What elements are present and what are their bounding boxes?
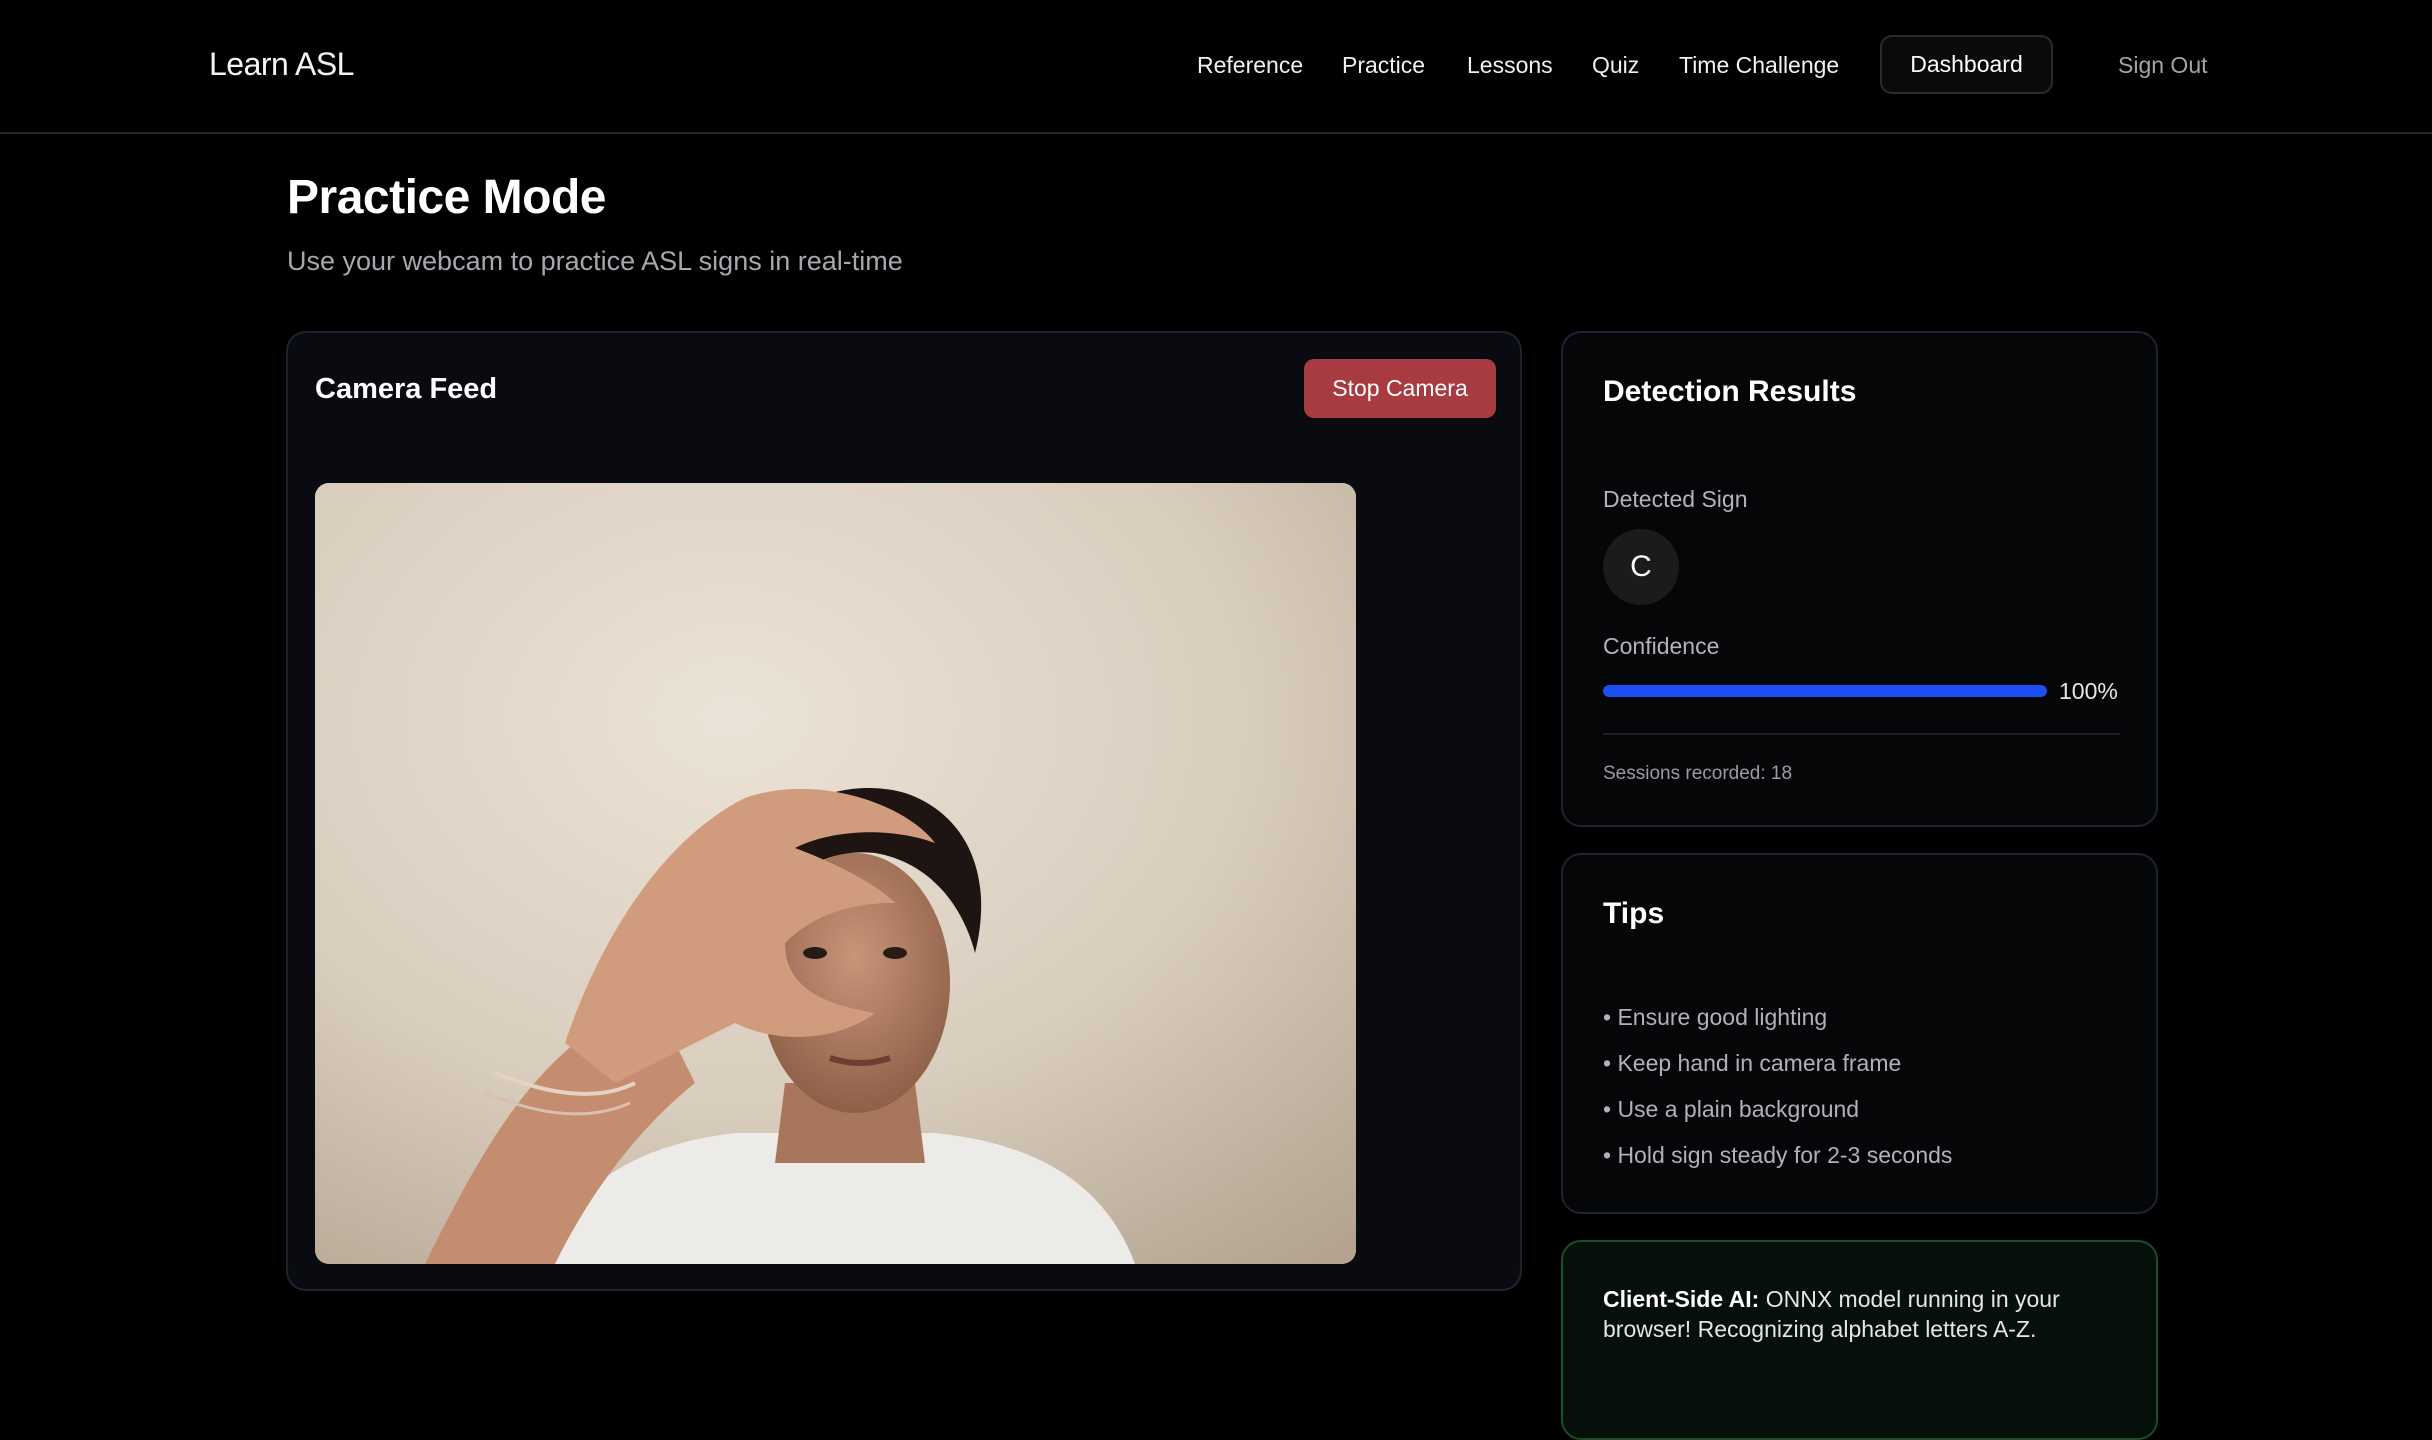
tip-item: • Keep hand in camera frame [1603,1050,1902,1076]
page-title: Practice Mode [287,171,606,224]
camera-card-title: Camera Feed [315,373,498,405]
camera-card: Camera Feed Stop Camera [286,331,1522,1291]
tip-item: • Hold sign steady for 2-3 seconds [1603,1142,1953,1168]
webcam-video-feed [315,483,1356,1264]
confidence-bar [1603,685,2047,697]
confidence-percent: 100% [2059,678,2118,704]
sign-out-link[interactable]: Sign Out [2118,52,2208,79]
webcam-frame-image [315,483,1356,1264]
nav-time-challenge[interactable]: Time Challenge [1679,52,1839,79]
confidence-bar-fill [1603,685,2047,697]
client-side-ai-card: Client-Side AI: ONNX model running in yo… [1561,1240,2158,1440]
detected-sign-badge: C [1603,529,1679,605]
sessions-recorded: Sessions recorded: 18 [1603,763,1793,784]
detection-results-card: Detection Results Detected Sign C Confid… [1561,331,2158,827]
nav-dashboard-button[interactable]: Dashboard [1880,35,2053,94]
nav-quiz[interactable]: Quiz [1592,52,1639,79]
top-navbar: Learn ASL Reference Practice Lessons Qui… [0,0,2432,134]
detected-sign-label: Detected Sign [1603,486,1748,512]
tips-title: Tips [1603,897,1665,930]
nav-practice[interactable]: Practice [1342,52,1425,79]
client-side-ai-note: Client-Side AI: ONNX model running in yo… [1603,1284,2123,1344]
stop-camera-button[interactable]: Stop Camera [1304,359,1496,418]
tips-list: • Ensure good lighting • Keep hand in ca… [1603,1003,1952,1187]
nav-reference[interactable]: Reference [1197,52,1303,79]
tip-item: • Use a plain background [1603,1096,1860,1122]
detection-results-title: Detection Results [1603,375,1857,408]
confidence-label: Confidence [1603,633,1720,659]
divider [1603,733,2120,735]
page-subtitle: Use your webcam to practice ASL signs in… [287,246,903,276]
ai-note-label: Client-Side AI: [1603,1286,1760,1312]
nav-lessons[interactable]: Lessons [1467,52,1553,79]
tips-card: Tips • Ensure good lighting • Keep hand … [1561,853,2158,1214]
brand-logo[interactable]: Learn ASL [209,46,354,83]
tip-item: • Ensure good lighting [1603,1004,1828,1030]
